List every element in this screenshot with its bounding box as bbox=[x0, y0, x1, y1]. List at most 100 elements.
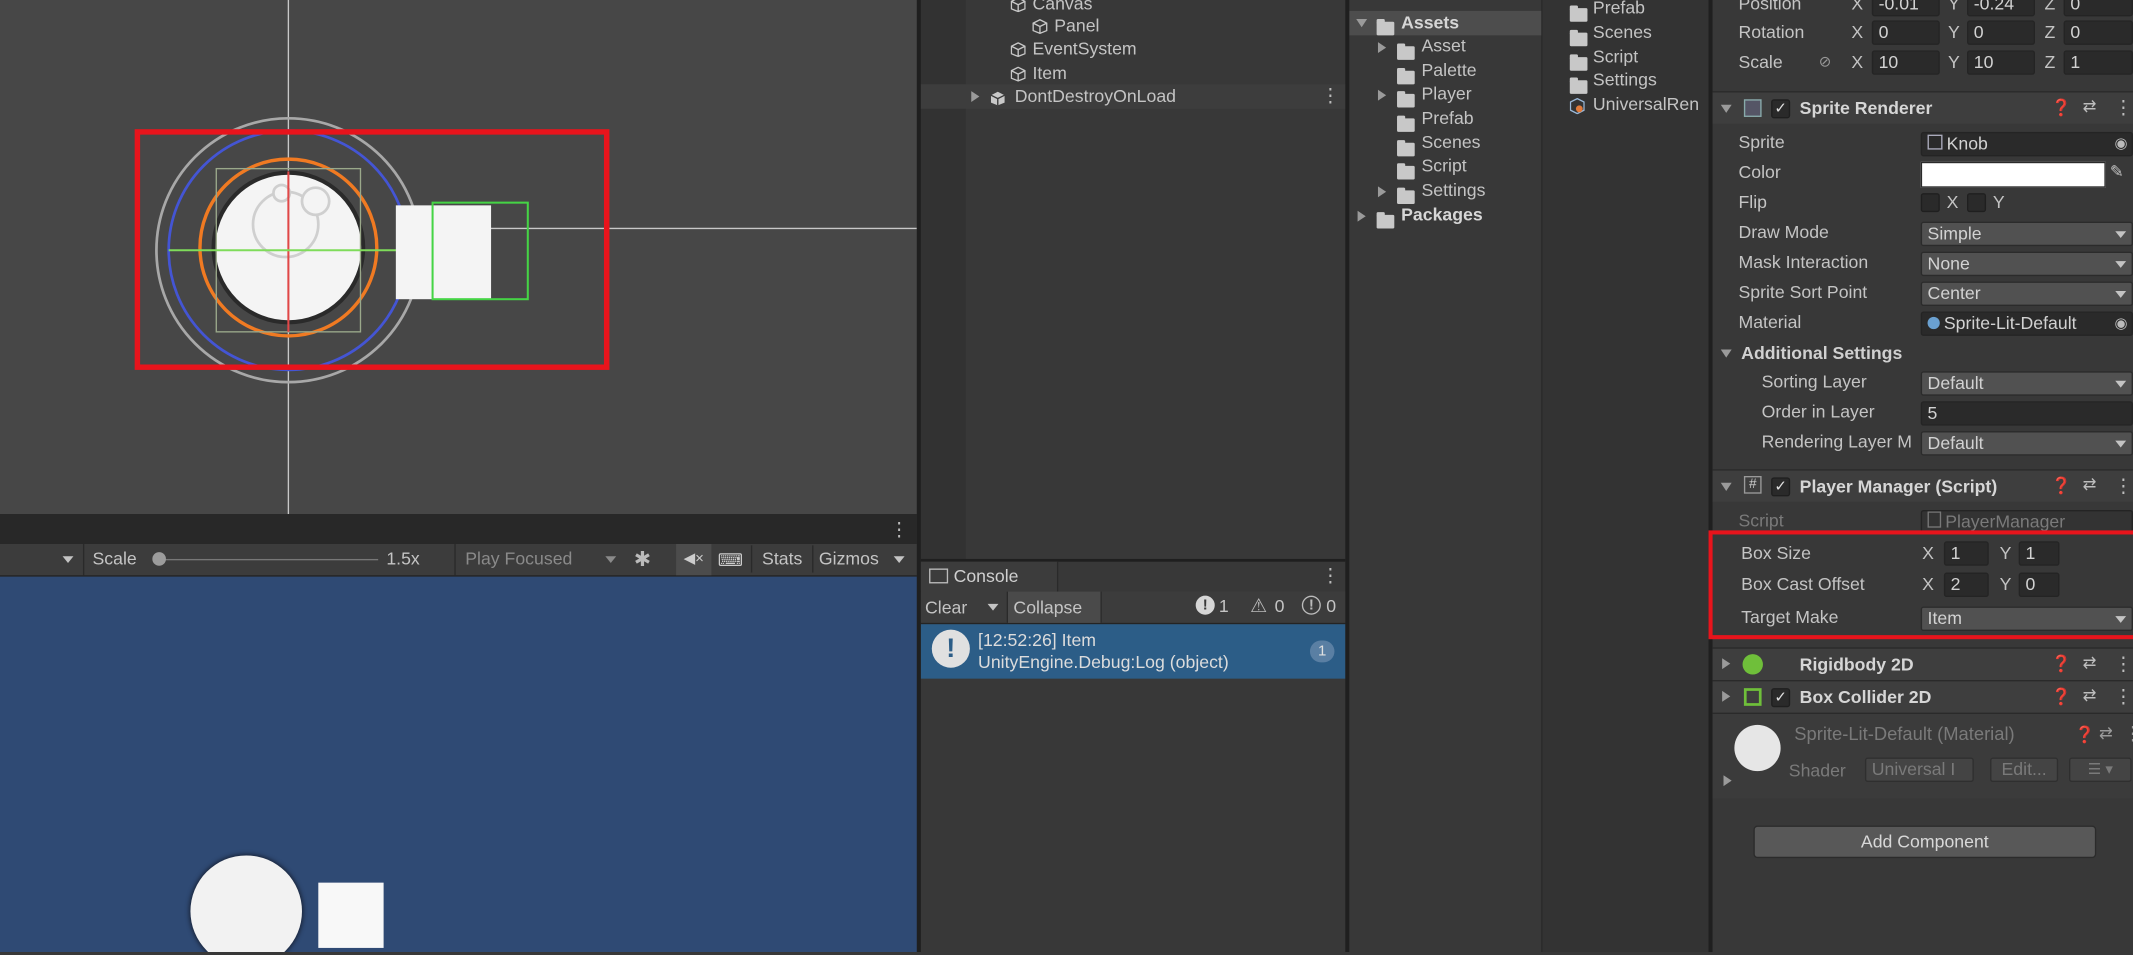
expand-arrow-icon[interactable] bbox=[1722, 658, 1731, 670]
flip-x-checkbox[interactable] bbox=[1920, 193, 1940, 213]
tree-item-player[interactable]: Player bbox=[1349, 83, 1472, 108]
content-item-scenes[interactable]: Scenes bbox=[1569, 22, 1652, 47]
hierarchy-item-item[interactable]: Item bbox=[1010, 61, 1067, 84]
more-options-icon[interactable]: ⋮ bbox=[890, 518, 909, 541]
expand-arrow-icon[interactable] bbox=[1722, 690, 1731, 702]
tree-item-palette[interactable]: Palette bbox=[1349, 60, 1477, 85]
hierarchy-item-eventsystem[interactable]: EventSystem bbox=[1010, 37, 1137, 60]
color-swatch[interactable] bbox=[1920, 161, 2106, 188]
help-icon[interactable]: ❓ bbox=[2051, 687, 2071, 706]
gizmos-dropdown-arrow[interactable] bbox=[893, 556, 905, 564]
bug-icon[interactable]: ✱ bbox=[634, 547, 651, 571]
sprite-sort-point-dropdown[interactable]: Center bbox=[1920, 281, 2133, 306]
additional-settings-foldout[interactable]: Additional Settings bbox=[1713, 341, 2133, 367]
sprite-renderer-header[interactable]: ✓ Sprite Renderer ❓ ⇄ ⋮ bbox=[1712, 91, 2133, 124]
help-icon[interactable]: ❓ bbox=[2074, 725, 2094, 744]
content-item-script[interactable]: Script bbox=[1569, 46, 1638, 71]
content-item-settings[interactable]: Settings bbox=[1569, 69, 1657, 94]
play-mode-dropdown[interactable]: Play Focused bbox=[454, 544, 624, 576]
help-icon[interactable]: ❓ bbox=[2051, 98, 2071, 117]
component-enabled-checkbox[interactable]: ✓ bbox=[1771, 99, 1791, 119]
flip-y-checkbox[interactable] bbox=[1966, 193, 1987, 213]
rendering-layer-dropdown[interactable]: Default bbox=[1920, 431, 2133, 456]
sorting-layer-dropdown[interactable]: Default bbox=[1920, 371, 2133, 396]
presets-icon[interactable]: ⇄ bbox=[2099, 724, 2113, 743]
component-enabled-checkbox[interactable]: ✓ bbox=[1771, 477, 1791, 497]
help-icon[interactable]: ❓ bbox=[2051, 476, 2071, 495]
rotation-y-field[interactable]: 0 bbox=[1966, 20, 2036, 45]
box-sprite bbox=[318, 882, 384, 948]
gizmos-button[interactable]: Gizmos bbox=[812, 545, 894, 573]
box-collider-2d-header[interactable]: ✓ Box Collider 2D ❓ ⇄ ⋮ bbox=[1712, 680, 2133, 713]
more-options-icon[interactable]: ⋮ bbox=[1321, 564, 1340, 587]
presets-icon[interactable]: ⇄ bbox=[2083, 653, 2097, 672]
expand-arrow-icon[interactable] bbox=[971, 91, 980, 102]
keyboard-icon[interactable]: ⌨ bbox=[713, 544, 748, 575]
more-options-icon[interactable]: ⋮ bbox=[2114, 97, 2133, 120]
display-dropdown[interactable] bbox=[0, 544, 82, 575]
more-options-icon[interactable]: ⋮ bbox=[2114, 685, 2133, 708]
scene-view[interactable] bbox=[0, 0, 917, 515]
clear-dropdown-arrow[interactable] bbox=[987, 603, 999, 611]
position-y-field[interactable]: -0.24 bbox=[1966, 0, 2036, 17]
more-options-icon[interactable]: ⋮ bbox=[2114, 475, 2133, 498]
scale-slider[interactable] bbox=[157, 558, 379, 561]
tree-item-prefab[interactable]: Prefab bbox=[1349, 107, 1474, 132]
expand-arrow-icon[interactable] bbox=[1357, 210, 1366, 222]
tree-item-scenes[interactable]: Scenes bbox=[1349, 132, 1481, 157]
scene-canvas[interactable] bbox=[0, 0, 917, 515]
scale-slider-thumb[interactable] bbox=[152, 552, 166, 566]
collapse-arrow-icon[interactable] bbox=[1720, 349, 1732, 358]
collapse-arrow-icon[interactable] bbox=[1356, 19, 1368, 28]
console-tab[interactable]: Console bbox=[920, 561, 1059, 592]
more-options-icon[interactable]: ⋮ bbox=[2114, 653, 2133, 676]
content-item-prefab[interactable]: Prefab bbox=[1569, 0, 1645, 22]
more-options-icon[interactable]: ⋮ bbox=[1321, 84, 1340, 107]
scale-y-field[interactable]: 10 bbox=[1966, 50, 2036, 75]
position-z-field[interactable]: 0 bbox=[2063, 0, 2133, 17]
expand-arrow-icon[interactable] bbox=[1377, 89, 1387, 101]
tree-item-asset[interactable]: Asset bbox=[1349, 35, 1466, 60]
object-picker-icon[interactable]: ◉ bbox=[2114, 133, 2127, 155]
add-component-button[interactable]: Add Component bbox=[1753, 825, 2097, 859]
sprite-field[interactable]: Knob ◉ bbox=[1920, 131, 2133, 157]
tree-item-script[interactable]: Script bbox=[1349, 155, 1467, 180]
order-in-layer-field[interactable]: 5 bbox=[1920, 401, 2133, 426]
object-picker-icon[interactable]: ◉ bbox=[2114, 312, 2128, 335]
eyedropper-icon[interactable]: ✎ bbox=[2110, 162, 2124, 181]
stats-button[interactable]: Stats bbox=[750, 545, 812, 573]
rotation-z-field[interactable]: 0 bbox=[2063, 20, 2133, 45]
expand-arrow-icon[interactable] bbox=[1377, 186, 1387, 198]
mask-interaction-dropdown[interactable]: None bbox=[1920, 251, 2133, 277]
hierarchy-item-panel[interactable]: Panel bbox=[1032, 14, 1099, 37]
position-x-field[interactable]: -0.01 bbox=[1871, 0, 1940, 17]
help-icon[interactable]: ❓ bbox=[2051, 654, 2071, 673]
game-view[interactable] bbox=[0, 576, 917, 952]
collapse-arrow-icon[interactable] bbox=[1720, 104, 1732, 113]
constrain-proportions-icon[interactable]: ⊘ bbox=[1819, 53, 1832, 70]
presets-icon[interactable]: ⇄ bbox=[2083, 475, 2097, 494]
component-enabled-checkbox[interactable]: ✓ bbox=[1771, 688, 1791, 708]
more-options-icon[interactable]: ⋮ bbox=[2123, 722, 2133, 745]
tree-item-settings[interactable]: Settings bbox=[1349, 180, 1485, 204]
expand-arrow-icon[interactable] bbox=[1723, 775, 1732, 787]
presets-icon[interactable]: ⇄ bbox=[2083, 97, 2097, 116]
expand-arrow-icon[interactable] bbox=[1377, 42, 1387, 54]
scale-z-field[interactable]: 1 bbox=[2063, 50, 2133, 75]
console-entry[interactable]: ! [12:52:26] Item UnityEngine.Debug:Log … bbox=[920, 624, 1346, 679]
tree-item-packages[interactable]: Packages bbox=[1349, 204, 1483, 229]
rigidbody-2d-header[interactable]: Rigidbody 2D ❓ ⇄ ⋮ bbox=[1712, 647, 2133, 680]
player-manager-header[interactable]: # ✓ Player Manager (Script) ❓ ⇄ ⋮ bbox=[1712, 469, 2133, 502]
scale-x-field[interactable]: 10 bbox=[1871, 50, 1940, 75]
mute-audio-icon[interactable]: ◀× bbox=[676, 544, 712, 576]
collapse-arrow-icon[interactable] bbox=[1720, 482, 1732, 491]
draw-mode-dropdown[interactable]: Simple bbox=[1920, 221, 2133, 247]
gameobject-cube-icon bbox=[1032, 18, 1048, 35]
clear-button[interactable]: Clear bbox=[925, 597, 967, 617]
dontdestroy-row[interactable]: DontDestroyOnLoad ⋮ bbox=[920, 84, 1346, 109]
material-field[interactable]: Sprite-Lit-Default ◉ bbox=[1920, 311, 2133, 336]
rotation-x-field[interactable]: 0 bbox=[1871, 20, 1940, 45]
presets-icon[interactable]: ⇄ bbox=[2083, 685, 2097, 704]
collapse-button[interactable]: Collapse bbox=[1006, 591, 1102, 623]
assets-root[interactable]: Assets bbox=[1349, 10, 1542, 36]
